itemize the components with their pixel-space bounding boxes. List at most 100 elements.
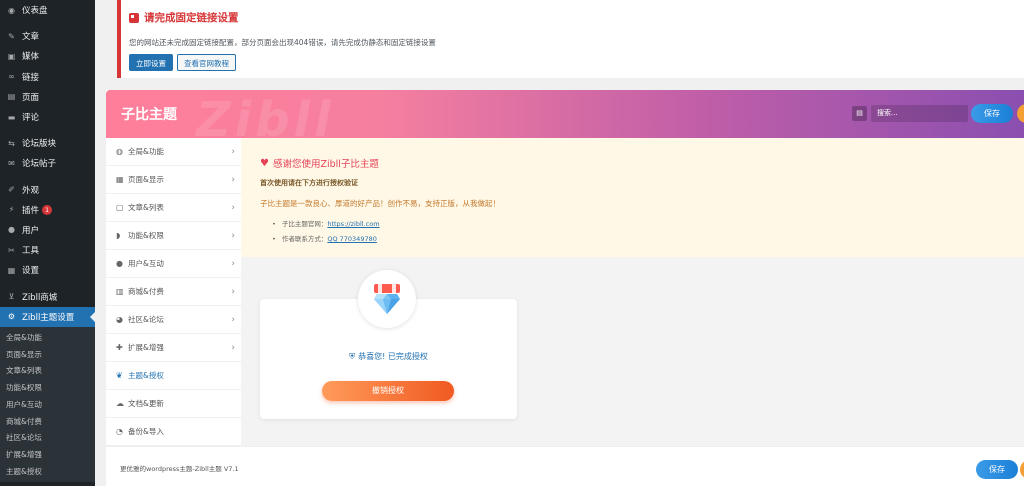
theme-icon: ❦ bbox=[116, 371, 123, 380]
globe-icon: ◍ bbox=[116, 147, 123, 156]
document-icon: ▢ bbox=[116, 203, 124, 212]
menu-label: 文章 bbox=[22, 32, 40, 43]
user-icon: ● bbox=[116, 259, 123, 268]
nav-item-license[interactable]: ❦ 主题&授权 bbox=[106, 362, 241, 390]
submenu-item[interactable]: 扩展&增强 bbox=[0, 446, 95, 463]
nav-item-extensions[interactable]: ✚ 扩展&增强 › bbox=[106, 334, 241, 362]
contact-list: 子比主题官网：https://zibll.com 作者联系方式：QQ 77034… bbox=[260, 217, 1024, 247]
menu-settings[interactable]: ▦ 设置 bbox=[0, 260, 95, 280]
nav-label: 文档&更新 bbox=[128, 399, 164, 408]
menu-tools[interactable]: ✂ 工具 bbox=[0, 240, 95, 260]
chevron-right-icon: › bbox=[231, 230, 235, 241]
menu-appearance[interactable]: ✐ 外观 bbox=[0, 180, 95, 200]
wp-admin-sidebar: ◉ 仪表盘 ✎ 文章 ▣ 媒体 ∞ 链接 ▤ 页面 ▬ 评论 ⇆ 论坛版块 ✉ 论坛帖子 ✐ 外观… bbox=[0, 0, 95, 486]
nav-item-docs[interactable]: ☁ 文档&更新 bbox=[106, 390, 241, 418]
menu-pages[interactable]: ▤ 页面 bbox=[0, 87, 95, 107]
diamond-icon bbox=[374, 284, 400, 314]
reset-button-bottom[interactable] bbox=[1020, 460, 1024, 479]
cart-icon: ⊻ bbox=[8, 292, 15, 302]
zibll-submenu: 全局&功能 页面&显示 文章&列表 功能&权限 用户&互动 商城&付费 社区&论… bbox=[0, 326, 95, 482]
shield-check-icon: ⛨ bbox=[349, 352, 356, 361]
search-input[interactable]: 搜索... bbox=[871, 105, 968, 122]
nav-item-posts[interactable]: ▢ 文章&列表 › bbox=[106, 194, 241, 222]
view-tutorial-button[interactable]: 查看官网教程 bbox=[177, 54, 236, 71]
theme-header: Zibll 子比主题 ▤ 搜索... 保存 bbox=[106, 90, 1024, 138]
submenu-item[interactable]: 功能&权限 bbox=[0, 379, 95, 396]
nav-label: 商城&付费 bbox=[128, 287, 164, 296]
submenu-item[interactable]: 商城&付费 bbox=[0, 413, 95, 430]
menu-media[interactable]: ▣ 媒体 bbox=[0, 46, 95, 66]
comment-icon: ▬ bbox=[7, 112, 16, 122]
community-icon: ◕ bbox=[116, 315, 123, 324]
dashboard-icon: ◉ bbox=[8, 5, 15, 15]
options-nav: ◍ 全局&功能 › ▦ 页面&显示 › ▢ 文章&列表 › ◗ 功能&权限 › ● 用户&互动 › … bbox=[106, 138, 241, 446]
user-icon: ● bbox=[8, 225, 15, 235]
submenu-item[interactable]: 页面&显示 bbox=[0, 346, 95, 363]
nav-item-backup[interactable]: ◔ 备份&导入 bbox=[106, 418, 241, 446]
welcome-box: ♥ 感谢您使用Zibll子比主题 首次使用请在下方进行授权验证 子比主题是一款良心… bbox=[241, 138, 1024, 257]
nav-item-global[interactable]: ◍ 全局&功能 › bbox=[106, 138, 241, 166]
menu-comments[interactable]: ▬ 评论 bbox=[0, 107, 95, 127]
menu-label: Zibll商城 bbox=[22, 292, 58, 303]
setup-now-button[interactable]: 立即设置 bbox=[129, 54, 173, 71]
menu-users[interactable]: ● 用户 bbox=[0, 220, 95, 240]
theme-options-panel: Zibll 子比主题 ▤ 搜索... 保存 ◍ 全局&功能 › ▦ 页面&显示 › ▢ 文… bbox=[106, 90, 1024, 486]
calendar-icon: ▦ bbox=[116, 175, 124, 184]
nav-label: 用户&互动 bbox=[128, 259, 164, 268]
nav-item-permissions[interactable]: ◗ 功能&权限 › bbox=[106, 222, 241, 250]
menu-plugins[interactable]: ⚡ 插件 1 bbox=[0, 200, 95, 220]
nav-label: 页面&显示 bbox=[128, 175, 164, 184]
menu-forum-boards[interactable]: ⇆ 论坛版块 bbox=[0, 133, 95, 153]
nav-label: 主题&授权 bbox=[128, 371, 164, 380]
menu-label: 设置 bbox=[22, 266, 40, 277]
menu-label: 论坛帖子 bbox=[22, 159, 57, 170]
submenu-item[interactable]: 社区&论坛 bbox=[0, 430, 95, 447]
menu-zibll-shop[interactable]: ⊻ Zibll商城 bbox=[0, 286, 95, 306]
chevron-right-icon: › bbox=[231, 286, 235, 297]
menu-label: 评论 bbox=[22, 113, 40, 124]
revoke-license-button[interactable]: 撤销授权 bbox=[322, 381, 454, 401]
nav-label: 扩展&增强 bbox=[128, 343, 164, 352]
nav-item-users[interactable]: ● 用户&互动 › bbox=[106, 250, 241, 278]
qq-contact-link[interactable]: QQ 770349780 bbox=[327, 235, 377, 243]
save-button-top[interactable]: 保存 bbox=[971, 104, 1013, 123]
menu-dashboard[interactable]: ◉ 仪表盘 bbox=[0, 0, 95, 20]
reset-button-top[interactable] bbox=[1017, 104, 1024, 123]
plugin-icon: ⚡ bbox=[8, 205, 15, 215]
menu-zibll-settings[interactable]: ⚙ Zibll主题设置 bbox=[0, 306, 95, 327]
settings-icon: ▦ bbox=[7, 265, 16, 275]
menu-label: Zibll主题设置 bbox=[22, 312, 75, 323]
menu-label: 仪表盘 bbox=[22, 6, 48, 17]
menu-links[interactable]: ∞ 链接 bbox=[0, 67, 95, 87]
nav-item-community[interactable]: ◕ 社区&论坛 › bbox=[106, 306, 241, 334]
save-button-bottom[interactable]: 保存 bbox=[976, 460, 1018, 479]
shop-icon: ▥ bbox=[116, 287, 124, 296]
brush-icon: ✐ bbox=[8, 185, 15, 195]
plugin-update-badge: 1 bbox=[42, 204, 53, 215]
submenu-item[interactable]: 全局&功能 bbox=[0, 329, 95, 346]
chevron-right-icon: › bbox=[231, 146, 235, 157]
notice-title: 请完成固定链接设置 bbox=[144, 12, 239, 24]
extension-icon: ✚ bbox=[116, 343, 123, 352]
menu-posts[interactable]: ✎ 文章 bbox=[0, 26, 95, 46]
nav-item-shop[interactable]: ▥ 商城&付费 › bbox=[106, 278, 241, 306]
submenu-item[interactable]: 用户&互动 bbox=[0, 396, 95, 413]
menu-label: 链接 bbox=[22, 72, 40, 83]
submenu-item[interactable]: 主题&授权 bbox=[0, 463, 95, 480]
nav-item-pages[interactable]: ▦ 页面&显示 › bbox=[106, 166, 241, 194]
page-icon: ▤ bbox=[7, 92, 16, 102]
chevron-right-icon: › bbox=[231, 342, 235, 353]
menu-label: 媒体 bbox=[22, 52, 40, 63]
expand-toggle-icon[interactable]: ▤ bbox=[852, 106, 867, 121]
submenu-item[interactable]: 文章&列表 bbox=[0, 362, 95, 379]
pin-icon: ✎ bbox=[8, 31, 15, 41]
menu-forum-posts[interactable]: ✉ 论坛帖子 bbox=[0, 153, 95, 173]
link-icon: ∞ bbox=[8, 72, 15, 82]
cloud-icon: ☁ bbox=[116, 399, 124, 408]
forum-post-icon: ✉ bbox=[8, 158, 15, 168]
official-site-item: 子比主题官网：https://zibll.com bbox=[272, 217, 1024, 232]
official-site-link[interactable]: https://zibll.com bbox=[327, 220, 379, 228]
nav-label: 文章&列表 bbox=[128, 203, 164, 212]
license-card: ⛨ 恭喜您! 已完成授权 撤销授权 bbox=[260, 270, 517, 419]
chevron-right-icon: › bbox=[231, 174, 235, 185]
